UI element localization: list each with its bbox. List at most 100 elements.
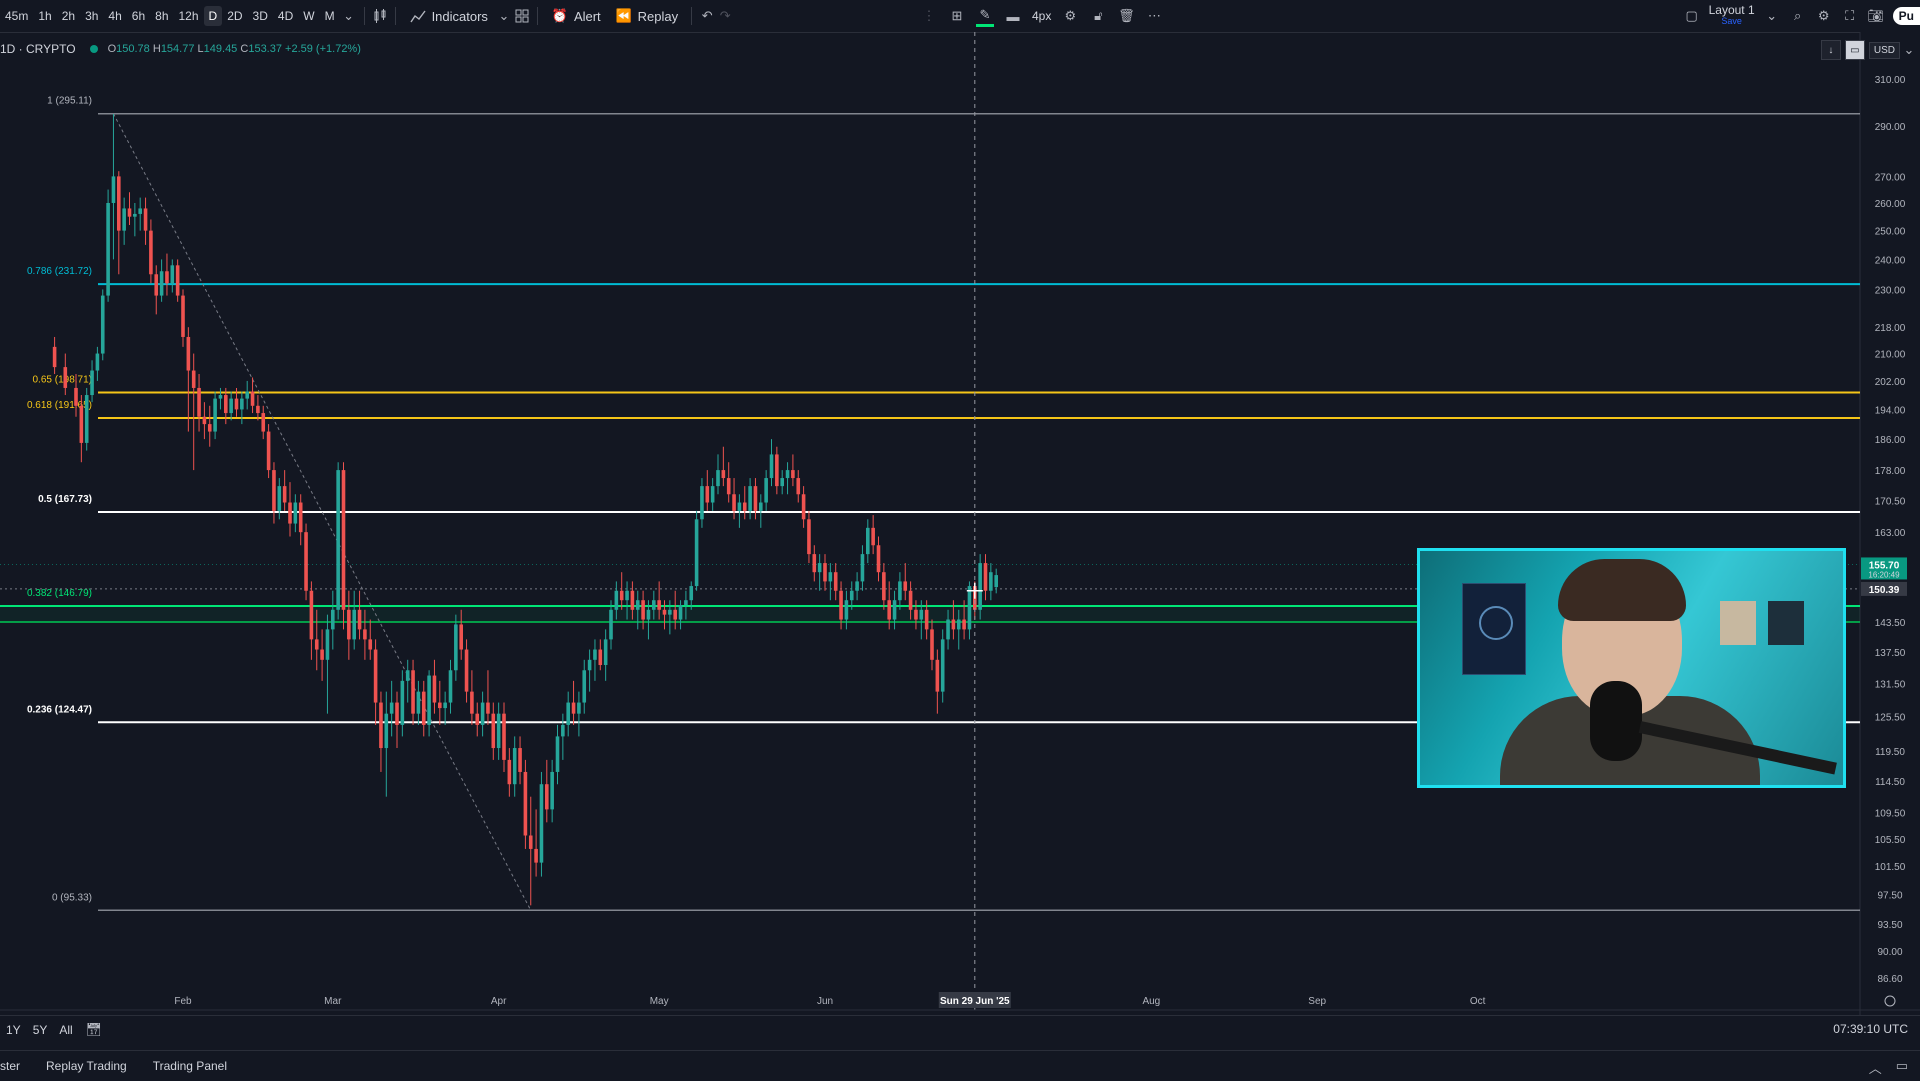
price-chart[interactable]: 1 (295.11)0.786 (231.72)0.65 (198.71)0.6…	[0, 32, 1920, 1015]
utc-clock[interactable]: 07:39:10 UTC	[1833, 1022, 1908, 1036]
snapshot-icon[interactable]: ▭	[1844, 40, 1865, 60]
candle-body	[689, 586, 694, 601]
y-tick-label: 86.60	[1877, 974, 1902, 985]
timeframe-4h[interactable]: 4h	[103, 6, 126, 26]
timeframe-w[interactable]: W	[298, 6, 319, 26]
candles-icon[interactable]	[371, 7, 389, 25]
candle-body	[52, 346, 57, 368]
candle-body	[919, 609, 924, 620]
candle-body	[989, 572, 993, 591]
redo-icon[interactable]: ↷	[716, 7, 734, 25]
y-tick-label: 270.00	[1875, 172, 1906, 183]
object-tree-icon[interactable]: ⊞	[948, 7, 966, 25]
footer-tab[interactable]: Trading Panel	[153, 1059, 227, 1073]
candle-body	[630, 590, 635, 610]
chevron-down-icon[interactable]: ⌄	[495, 7, 513, 25]
candle-body	[716, 470, 720, 487]
footer-tab[interactable]: ster	[0, 1059, 20, 1073]
candle-body	[74, 387, 78, 406]
chevron-down-icon[interactable]: ⌄	[1763, 7, 1781, 25]
timeframe-4d[interactable]: 4D	[273, 6, 298, 26]
candle-body	[197, 387, 201, 417]
candle-body	[871, 527, 875, 546]
timeframe-1h[interactable]: 1h	[33, 6, 56, 26]
quick-search-icon[interactable]: ⌕	[1789, 7, 1807, 25]
range-all[interactable]: All	[53, 1023, 78, 1037]
candle-body	[737, 502, 742, 511]
alert-button[interactable]: ⏰ Alert	[544, 3, 608, 29]
x-tick-label: Apr	[491, 996, 507, 1007]
trash-icon[interactable]: 🗑︎	[1117, 7, 1135, 25]
download-icon[interactable]: ↓	[1820, 40, 1841, 60]
candle-body	[550, 771, 554, 810]
y-tick-label: 90.00	[1877, 947, 1902, 958]
layout-square-icon[interactable]: ▢	[1683, 7, 1701, 25]
candle-body	[100, 295, 105, 354]
lock-icon[interactable]: 🔓︎	[1089, 7, 1107, 25]
pencil-color-icon[interactable]: ✎	[976, 6, 994, 27]
gear-icon[interactable]: ⚙	[1815, 7, 1833, 25]
candle-body	[534, 848, 538, 863]
candle-body	[748, 486, 752, 511]
candle-body	[892, 600, 897, 620]
replay-label: Replay	[637, 8, 679, 24]
candle-body	[143, 208, 148, 231]
timeframe-8h[interactable]: 8h	[150, 6, 173, 26]
timeframe-2d[interactable]: 2D	[222, 6, 247, 26]
settings-icon[interactable]: ⚙	[1061, 7, 1079, 25]
candle-body	[528, 835, 533, 849]
drag-handle-icon[interactable]: ⋮	[920, 7, 938, 25]
x-tick-label: Sep	[1308, 996, 1326, 1007]
candle-body	[962, 619, 966, 630]
timeframe-45m[interactable]: 45m	[0, 6, 33, 26]
line-style-icon[interactable]: ▬	[1004, 7, 1022, 25]
candle-body	[951, 619, 956, 630]
currency-select[interactable]: USD	[1868, 41, 1900, 59]
candle-body	[812, 554, 817, 573]
chevron-down-icon[interactable]: ⌄	[1904, 41, 1915, 59]
timeframe-12h[interactable]: 12h	[174, 6, 204, 26]
candle-body	[924, 609, 929, 630]
candle-body	[95, 353, 100, 371]
publish-button[interactable]: Pu	[1892, 7, 1920, 25]
candle-body	[587, 659, 592, 671]
timeframe-d[interactable]: D	[203, 6, 223, 26]
camera-icon[interactable]: 📷︎	[1867, 7, 1885, 25]
symbol-name[interactable]: 1D · CRYPTO	[0, 42, 76, 56]
layout-button[interactable]: Layout 1 Save	[1709, 4, 1755, 27]
replay-button[interactable]: ⏪ Replay	[608, 3, 685, 29]
divider	[691, 7, 693, 25]
y-tick-label: 260.00	[1875, 199, 1906, 210]
candle-body	[448, 670, 453, 703]
calendar-icon[interactable]: 📅︎	[85, 1021, 103, 1039]
footer-tab[interactable]: Replay Trading	[46, 1059, 127, 1073]
timeframe-6h[interactable]: 6h	[127, 6, 150, 26]
timeframe-m[interactable]: M	[320, 6, 340, 26]
line-width-label[interactable]: 4px	[1032, 9, 1051, 23]
candle-body	[191, 370, 196, 388]
candle-body	[373, 649, 378, 703]
maximize-icon[interactable]: ▭	[1896, 1058, 1908, 1077]
indicators-button[interactable]: Indicators	[402, 3, 495, 29]
candle-body	[732, 494, 736, 511]
chevron-up-icon[interactable]: ︿	[1869, 1058, 1882, 1077]
range-group: 1Y 5Y All	[0, 1023, 79, 1037]
alert-label: Alert	[573, 8, 601, 24]
templates-grid-icon[interactable]	[513, 7, 531, 25]
more-icon[interactable]: ⋯	[1145, 7, 1163, 25]
chevron-down-icon[interactable]: ⌄	[340, 7, 358, 25]
candle-body	[368, 639, 373, 650]
candle-body	[940, 639, 945, 692]
timeframe-3h[interactable]: 3h	[80, 6, 103, 26]
range-5y[interactable]: 5Y	[27, 1023, 54, 1037]
range-1y[interactable]: 1Y	[0, 1023, 27, 1037]
timeframe-2h[interactable]: 2h	[57, 6, 80, 26]
timeframe-3d[interactable]: 3D	[248, 6, 273, 26]
candle-body	[464, 649, 469, 692]
undo-icon[interactable]: ↶	[698, 7, 716, 25]
candle-body	[181, 295, 185, 337]
fullscreen-icon[interactable]: ⛶	[1841, 7, 1859, 25]
candle-body	[935, 659, 940, 692]
candle-body	[887, 600, 891, 620]
range-bar: 1Y 5Y All 📅︎ 07:39:10 UTC	[0, 1015, 1920, 1044]
